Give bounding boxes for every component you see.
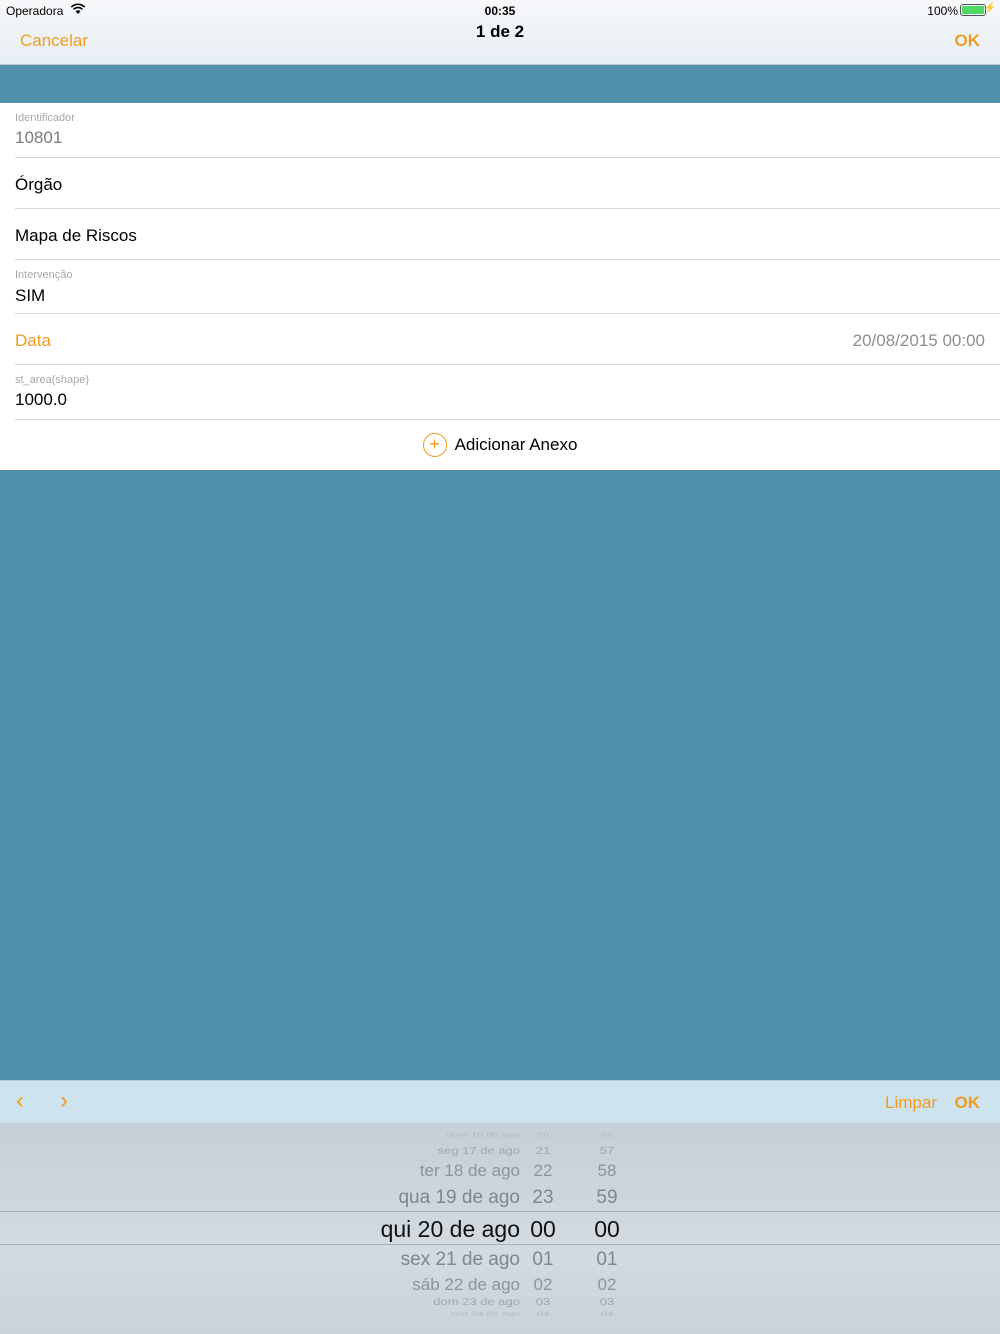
clear-button[interactable]: Limpar bbox=[885, 1093, 937, 1113]
data-row[interactable]: Data 20/08/2015 00:00 bbox=[15, 314, 1000, 365]
battery-percent: 100% bbox=[927, 4, 958, 18]
minute-option[interactable]: 56 bbox=[580, 1132, 634, 1138]
status-bar: Operadora 00:35 100% ⚡ bbox=[0, 0, 1000, 22]
data-label: Data bbox=[15, 331, 51, 350]
minute-wheel[interactable]: 56 57 58 59 00 01 02 03 04 bbox=[580, 1123, 634, 1334]
status-time: 00:35 bbox=[484, 4, 516, 18]
feature-form: Identificador 10801 Órgão Mapa de Riscos… bbox=[0, 103, 1000, 470]
hour-option[interactable]: 03 bbox=[518, 1296, 568, 1307]
hour-option-selected[interactable]: 00 bbox=[518, 1216, 568, 1243]
data-value: 20/08/2015 00:00 bbox=[852, 331, 985, 350]
top-bar: Operadora 00:35 100% ⚡ Cancelar 1 de 2 O… bbox=[0, 0, 1000, 65]
date-option[interactable]: ter 18 de ago bbox=[360, 1161, 520, 1181]
minute-option[interactable]: 59 bbox=[580, 1187, 634, 1209]
minute-option[interactable]: 04 bbox=[580, 1311, 634, 1317]
date-option-selected[interactable]: qui 20 de ago bbox=[360, 1216, 520, 1243]
intervencao-value: SIM bbox=[15, 286, 46, 305]
minute-option[interactable]: 02 bbox=[580, 1275, 634, 1295]
date-option[interactable]: seg 24 de ago bbox=[360, 1311, 520, 1317]
identificador-row[interactable]: Identificador 10801 bbox=[15, 103, 1000, 158]
hour-wheel[interactable]: 20 21 22 23 00 01 02 03 04 bbox=[518, 1123, 568, 1334]
date-option[interactable]: dom 23 de ago bbox=[360, 1296, 520, 1307]
charging-icon: ⚡ bbox=[983, 3, 996, 14]
date-option[interactable]: seg 17 de ago bbox=[360, 1145, 520, 1156]
hour-option[interactable]: 23 bbox=[518, 1187, 568, 1209]
identificador-value: 10801 bbox=[15, 128, 63, 147]
orgao-row[interactable]: Órgão bbox=[15, 158, 1000, 209]
intervencao-label: Intervenção bbox=[15, 269, 73, 281]
date-wheel[interactable]: dom 16 de ago seg 17 de ago ter 18 de ago q… bbox=[360, 1123, 520, 1334]
date-option[interactable]: sex 21 de ago bbox=[360, 1249, 520, 1271]
minute-option[interactable]: 58 bbox=[580, 1161, 634, 1181]
minute-option[interactable]: 03 bbox=[580, 1296, 634, 1307]
battery-icon bbox=[960, 4, 986, 16]
hour-option[interactable]: 21 bbox=[518, 1145, 568, 1156]
page-title: 1 de 2 bbox=[475, 22, 525, 41]
add-attachment-button[interactable]: + Adicionar Anexo bbox=[0, 420, 1000, 470]
intervencao-row[interactable]: Intervenção SIM bbox=[15, 260, 1000, 314]
ok-button[interactable]: OK bbox=[955, 31, 981, 51]
minute-option[interactable]: 01 bbox=[580, 1249, 634, 1271]
hour-option[interactable]: 22 bbox=[518, 1161, 568, 1181]
hour-option[interactable]: 01 bbox=[518, 1249, 568, 1271]
add-attachment-label: Adicionar Anexo bbox=[454, 435, 578, 454]
st-area-row[interactable]: st_area(shape) 1000.0 bbox=[15, 365, 1000, 420]
date-option[interactable]: sáb 22 de ago bbox=[360, 1275, 520, 1295]
date-option[interactable]: qua 19 de ago bbox=[360, 1187, 520, 1209]
date-picker[interactable]: dom 16 de ago seg 17 de ago ter 18 de ago q… bbox=[0, 1123, 1000, 1334]
mapa-label: Mapa de Riscos bbox=[15, 226, 137, 245]
st-area-label: st_area(shape) bbox=[15, 374, 89, 386]
mapa-row[interactable]: Mapa de Riscos bbox=[15, 209, 1000, 260]
hour-option[interactable]: 20 bbox=[518, 1132, 568, 1138]
picker-ok-button[interactable]: OK bbox=[955, 1093, 981, 1113]
minute-option[interactable]: 57 bbox=[580, 1145, 634, 1156]
orgao-label: Órgão bbox=[15, 175, 63, 194]
hour-option[interactable]: 02 bbox=[518, 1275, 568, 1295]
date-option[interactable]: dom 16 de ago bbox=[360, 1132, 520, 1138]
minute-option-selected[interactable]: 00 bbox=[580, 1216, 634, 1243]
identificador-label: Identificador bbox=[15, 112, 75, 124]
previous-icon[interactable]: ‹ bbox=[16, 1089, 38, 1113]
next-icon[interactable]: › bbox=[60, 1089, 82, 1113]
add-circle-icon: + bbox=[422, 433, 447, 457]
st-area-value: 1000.0 bbox=[15, 390, 67, 409]
picker-toolbar: ‹ › Limpar OK bbox=[0, 1080, 1000, 1123]
hour-option[interactable]: 04 bbox=[518, 1311, 568, 1317]
